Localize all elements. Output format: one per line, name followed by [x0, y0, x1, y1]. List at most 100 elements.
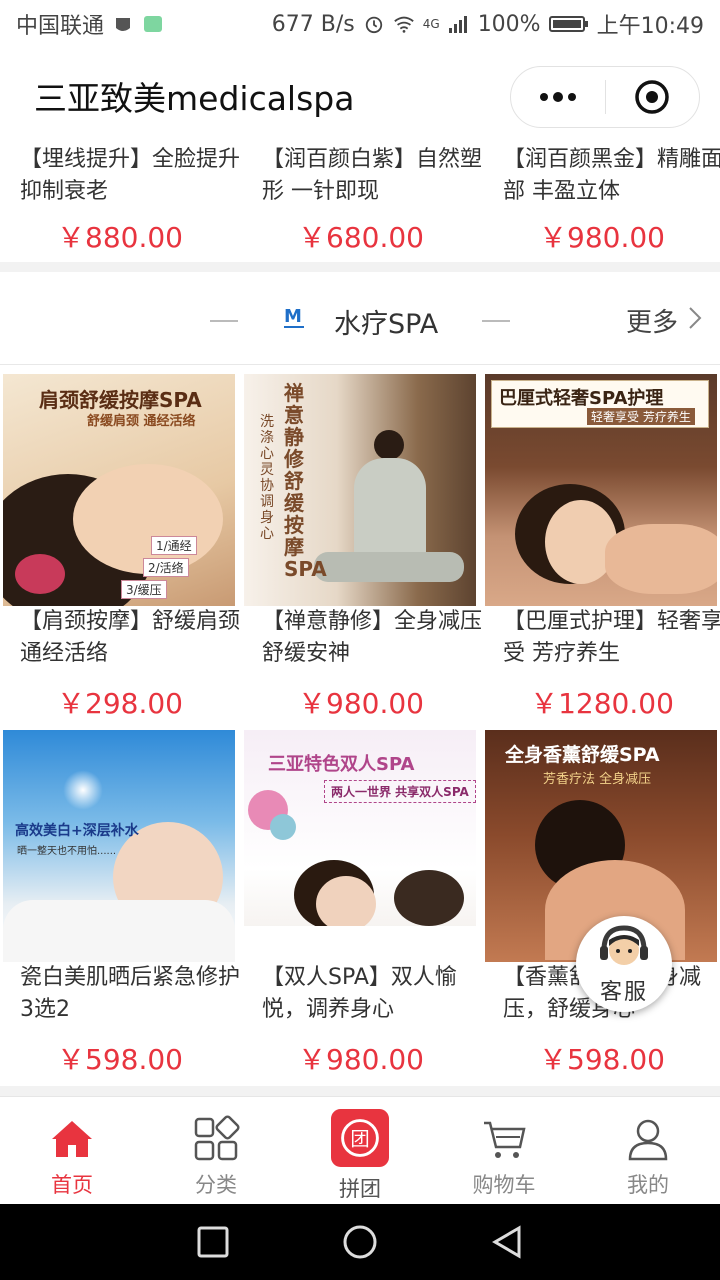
tab-cart[interactable]: 购物车	[432, 1097, 576, 1204]
sun-glow	[63, 770, 103, 810]
section-divider	[0, 1086, 720, 1096]
product-price: ￥680.00	[298, 221, 424, 254]
battery-percent: 100%	[477, 11, 541, 37]
more-link[interactable]: 更多	[626, 302, 678, 339]
image-tag: 2/活络	[143, 558, 189, 577]
image-caption: 全身香薰舒缓SPA	[505, 744, 660, 766]
capsule-menu	[510, 66, 700, 128]
close-program-button[interactable]	[606, 67, 700, 127]
notification-icon	[116, 18, 131, 31]
network-speed: 677 B/s	[271, 11, 355, 37]
clock: 上午10:49	[596, 14, 704, 39]
wifi-icon	[394, 16, 414, 33]
customer-service-button[interactable]: 客服	[576, 916, 672, 1012]
image-caption: 肩颈舒缓按摩SPA	[39, 388, 202, 412]
signal-icon	[448, 16, 467, 33]
more-dots-icon	[539, 92, 576, 102]
section-divider	[0, 262, 720, 272]
shoulder-shape	[605, 524, 717, 594]
section-title: 水疗SPA	[334, 309, 439, 340]
brand-logo-icon: M	[284, 306, 304, 328]
product-name[interactable]: 【巴厘式护理】轻奢享受 芳疗养生	[503, 606, 720, 670]
customer-service-label: 客服	[599, 980, 648, 1005]
group-buy-icon: 团	[331, 1109, 389, 1167]
product-price: ￥598.00	[539, 1043, 665, 1076]
product-name[interactable]: 【禅意静修】全身减压 舒缓安神	[262, 606, 482, 670]
product-image[interactable]: 三亚特色双人SPA 两人一世界 共享双人SPA	[244, 730, 476, 962]
status-bar: 中国联通 677 B/s 4G 100% 上午10:49	[0, 0, 720, 48]
product-price: ￥880.00	[57, 221, 183, 254]
tab-label: 我的	[627, 1173, 669, 1197]
tab-label: 拼团	[339, 1177, 381, 1201]
cart-icon	[484, 1121, 526, 1158]
mini-program-titlebar: 三亚致美medicalspa	[0, 48, 720, 144]
hair-shape	[394, 870, 464, 926]
carrier-label: 中国联通	[16, 14, 105, 39]
head-shape	[374, 430, 404, 460]
system-navbar	[0, 1204, 720, 1280]
bed-shape	[244, 926, 476, 962]
tab-label: 分类	[195, 1173, 237, 1197]
header-line-right	[482, 320, 510, 322]
flower-shape	[15, 554, 65, 594]
section-header-spa: M 水疗SPA 更多	[0, 276, 720, 366]
image-caption: 巴厘式轻奢SPA护理	[499, 388, 664, 409]
category-icon	[194, 1115, 240, 1161]
product-price: ￥298.00	[57, 687, 183, 720]
app-notification-icon	[144, 16, 163, 32]
header-bottom-border	[0, 364, 720, 365]
image-subcaption: 两人一世界 共享双人SPA	[324, 780, 476, 803]
product-image[interactable]: 禅意静修舒缓按摩SPA 洗涤心灵 协调身心	[244, 374, 476, 606]
battery-icon	[548, 16, 588, 32]
page-title: 三亚致美medicalspa	[34, 79, 355, 118]
tab-label: 购物车	[472, 1173, 536, 1197]
image-subcaption: 轻奢享受 芳疗养生	[587, 408, 695, 425]
product-name[interactable]: 瓷白美肌晒后紧急修护3选2	[20, 962, 240, 1026]
product-name[interactable]: 【埋线提升】全脸提升 抑制衰老	[20, 144, 240, 208]
target-close-icon	[635, 80, 669, 114]
tab-group-buy[interactable]: 团 拼团	[288, 1097, 432, 1204]
home-button-icon[interactable]	[342, 1224, 378, 1260]
towel-shape	[3, 900, 235, 962]
product-name[interactable]: 【润百颜黑金】精雕面部 丰盈立体	[503, 144, 720, 208]
product-name[interactable]: 【肩颈按摩】舒缓肩颈 通经活络	[20, 606, 240, 670]
header-line-left	[210, 320, 238, 322]
back-icon[interactable]	[491, 1225, 523, 1259]
product-price: ￥1280.00	[530, 687, 674, 720]
image-caption: 三亚特色双人SPA	[268, 754, 415, 775]
customer-service-icon	[600, 925, 648, 965]
legs-shape	[314, 552, 464, 582]
product-name[interactable]: 【润百颜白紫】自然塑形 一针即现	[262, 144, 482, 208]
product-price: ￥598.00	[57, 1043, 183, 1076]
product-price: ￥980.00	[298, 1043, 424, 1076]
product-image[interactable]: 肩颈舒缓按摩SPA 舒缓肩颈 通经活络 1/通经 2/活络 3/缓压	[3, 374, 235, 606]
tab-category[interactable]: 分类	[144, 1097, 288, 1204]
ball-decoration	[270, 814, 296, 840]
brand-logo-letter: M	[284, 306, 302, 327]
svg-text:团: 团	[350, 1128, 369, 1151]
image-caption: 禅意静修舒缓按摩SPA	[284, 381, 327, 581]
image-subcaption: 芳香疗法 全身减压	[543, 772, 652, 787]
image-caption: 高效美白+深层补水	[15, 823, 139, 839]
chevron-right-icon[interactable]	[688, 306, 702, 330]
image-tag: 3/缓压	[121, 580, 167, 599]
bottom-tabbar: 首页 分类 团 拼团 购物车 我的	[0, 1096, 720, 1204]
product-price: ￥980.00	[539, 221, 665, 254]
product-image[interactable]: 巴厘式轻奢SPA护理 轻奢享受 芳疗养生	[485, 374, 717, 606]
image-subcaption: 舒缓肩颈 通经活络	[87, 414, 196, 429]
image-subcaption: 洗涤心灵 协调身心	[260, 414, 274, 542]
product-name[interactable]: 【双人SPA】双人愉悦，调养身心	[262, 962, 482, 1026]
alarm-icon	[365, 16, 382, 34]
product-price: ￥980.00	[298, 687, 424, 720]
more-menu-button[interactable]	[511, 67, 605, 127]
user-icon	[628, 1119, 668, 1161]
product-image[interactable]: 高效美白+深层补水 晒一整天也不用怕......	[3, 730, 235, 962]
image-subcaption: 晒一整天也不用怕......	[17, 846, 117, 857]
face-shape	[316, 876, 376, 932]
tab-home[interactable]: 首页	[0, 1097, 144, 1204]
tab-label: 首页	[51, 1173, 93, 1197]
recent-apps-icon[interactable]	[197, 1226, 229, 1258]
image-tag: 1/通经	[151, 536, 197, 555]
tab-mine[interactable]: 我的	[576, 1097, 720, 1204]
home-icon	[52, 1121, 92, 1157]
